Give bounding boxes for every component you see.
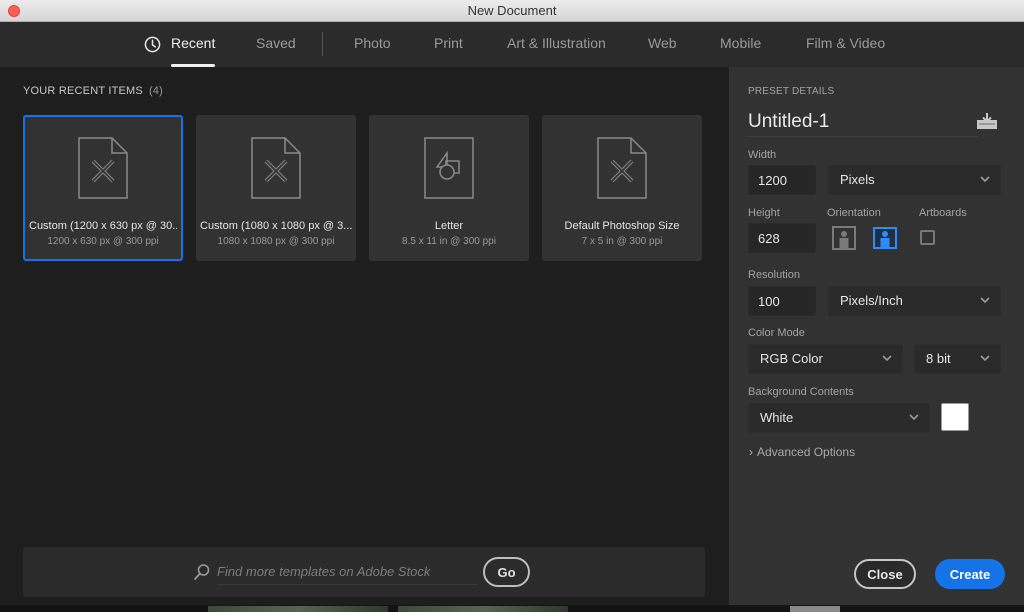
portrait-orientation-icon[interactable]: [832, 226, 856, 250]
background-app-strip: [0, 605, 1024, 612]
window-close-button[interactable]: [8, 5, 20, 17]
height-label: Height: [748, 207, 780, 219]
chevron-down-icon: [980, 176, 990, 183]
chevron-right-icon: ›: [749, 445, 753, 459]
document-name-input[interactable]: [748, 107, 978, 137]
window-titlebar: New Document: [0, 0, 1024, 22]
tab-mobile[interactable]: Mobile: [720, 22, 761, 67]
tab-saved[interactable]: Saved: [256, 22, 296, 67]
background-thumbnail: [790, 606, 840, 612]
recent-item-card[interactable]: Custom (1200 x 630 px @ 30... 1200 x 630…: [23, 115, 183, 261]
clock-icon: [144, 36, 161, 53]
tab-art-illustration[interactable]: Art & Illustration: [507, 22, 606, 67]
resolution-label: Resolution: [748, 269, 800, 281]
bit-depth-value: 8 bit: [926, 351, 951, 366]
tab-recent-label: Recent: [171, 35, 216, 51]
recent-item-subtitle: 1200 x 630 px @ 300 ppi: [47, 236, 159, 247]
category-tabs: Recent Saved Photo Print Art & Illustrat…: [0, 22, 1024, 67]
recent-item-card[interactable]: Custom (1080 x 1080 px @ 3... 1080 x 108…: [196, 115, 356, 261]
recent-item-title: Letter: [434, 220, 464, 232]
width-label: Width: [748, 149, 777, 161]
go-button[interactable]: Go: [483, 557, 530, 587]
save-preset-icon[interactable]: [976, 112, 998, 130]
preset-details-panel: PRESET DETAILS Width Pixels Height Orien…: [729, 67, 1024, 605]
tab-photo[interactable]: Photo: [354, 22, 391, 67]
recent-item-title: Custom (1080 x 1080 px @ 3...: [200, 220, 352, 232]
create-button[interactable]: Create: [935, 559, 1005, 589]
width-input[interactable]: [748, 165, 816, 195]
window-title: New Document: [467, 3, 557, 18]
recent-item-title: Custom (1200 x 630 px @ 30...: [29, 220, 177, 232]
advanced-options-label: Advanced Options: [757, 445, 856, 459]
tab-divider: [322, 32, 323, 56]
background-thumbnail: [398, 606, 568, 612]
resolution-unit-value: Pixels/Inch: [840, 293, 903, 308]
tab-recent[interactable]: Recent: [171, 22, 216, 67]
chevron-down-icon: [909, 414, 919, 421]
color-mode-label: Color Mode: [748, 327, 805, 339]
height-input[interactable]: [748, 223, 816, 253]
recent-items-heading: YOUR RECENT ITEMS (4): [23, 85, 163, 97]
bit-depth-select[interactable]: 8 bit: [914, 344, 1001, 374]
tab-web[interactable]: Web: [648, 22, 677, 67]
width-unit-value: Pixels: [840, 172, 875, 187]
recent-count: (4): [148, 85, 163, 97]
custom-document-icon: [597, 137, 647, 199]
custom-document-icon: [78, 137, 128, 199]
background-color-swatch[interactable]: [941, 403, 969, 431]
resolution-unit-select[interactable]: Pixels/Inch: [828, 286, 1001, 316]
background-contents-select[interactable]: White: [748, 403, 930, 433]
chevron-down-icon: [980, 297, 990, 304]
landscape-orientation-icon[interactable]: [873, 226, 897, 250]
recent-item-card[interactable]: Default Photoshop Size 7 x 5 in @ 300 pp…: [542, 115, 702, 261]
orientation-label: Orientation: [827, 207, 881, 219]
chevron-down-icon: [980, 355, 990, 362]
stock-search-input[interactable]: [217, 559, 477, 585]
close-button[interactable]: Close: [854, 559, 916, 589]
adobe-stock-search-bar: Go: [23, 547, 705, 597]
tab-print[interactable]: Print: [434, 22, 463, 67]
background-contents-label: Background Contents: [748, 386, 854, 398]
width-unit-select[interactable]: Pixels: [828, 165, 1001, 195]
color-mode-value: RGB Color: [760, 351, 823, 366]
recent-items-pane: YOUR RECENT ITEMS (4) Custom (1200 x 630 …: [0, 67, 729, 612]
advanced-options-toggle[interactable]: › Advanced Options: [749, 445, 855, 459]
tab-film-video[interactable]: Film & Video: [806, 22, 885, 67]
search-icon: [194, 564, 210, 580]
recent-item-subtitle: 7 x 5 in @ 300 ppi: [581, 236, 663, 247]
artboards-checkbox[interactable]: [920, 230, 935, 245]
recent-heading-label: YOUR RECENT ITEMS: [23, 85, 143, 97]
recent-item-subtitle: 8.5 x 11 in @ 300 ppi: [402, 236, 496, 247]
print-document-icon: [424, 137, 474, 199]
recent-item-card[interactable]: Letter 8.5 x 11 in @ 300 ppi: [369, 115, 529, 261]
chevron-down-icon: [882, 355, 892, 362]
recent-item-subtitle: 1080 x 1080 px @ 300 ppi: [217, 236, 335, 247]
background-thumbnail: [208, 606, 388, 612]
background-contents-value: White: [760, 410, 794, 425]
color-mode-select[interactable]: RGB Color: [748, 344, 903, 374]
recent-item-title: Default Photoshop Size: [564, 220, 680, 232]
artboards-label: Artboards: [919, 207, 967, 219]
custom-document-icon: [251, 137, 301, 199]
resolution-input[interactable]: [748, 286, 816, 316]
preset-details-heading: PRESET DETAILS: [748, 86, 835, 97]
